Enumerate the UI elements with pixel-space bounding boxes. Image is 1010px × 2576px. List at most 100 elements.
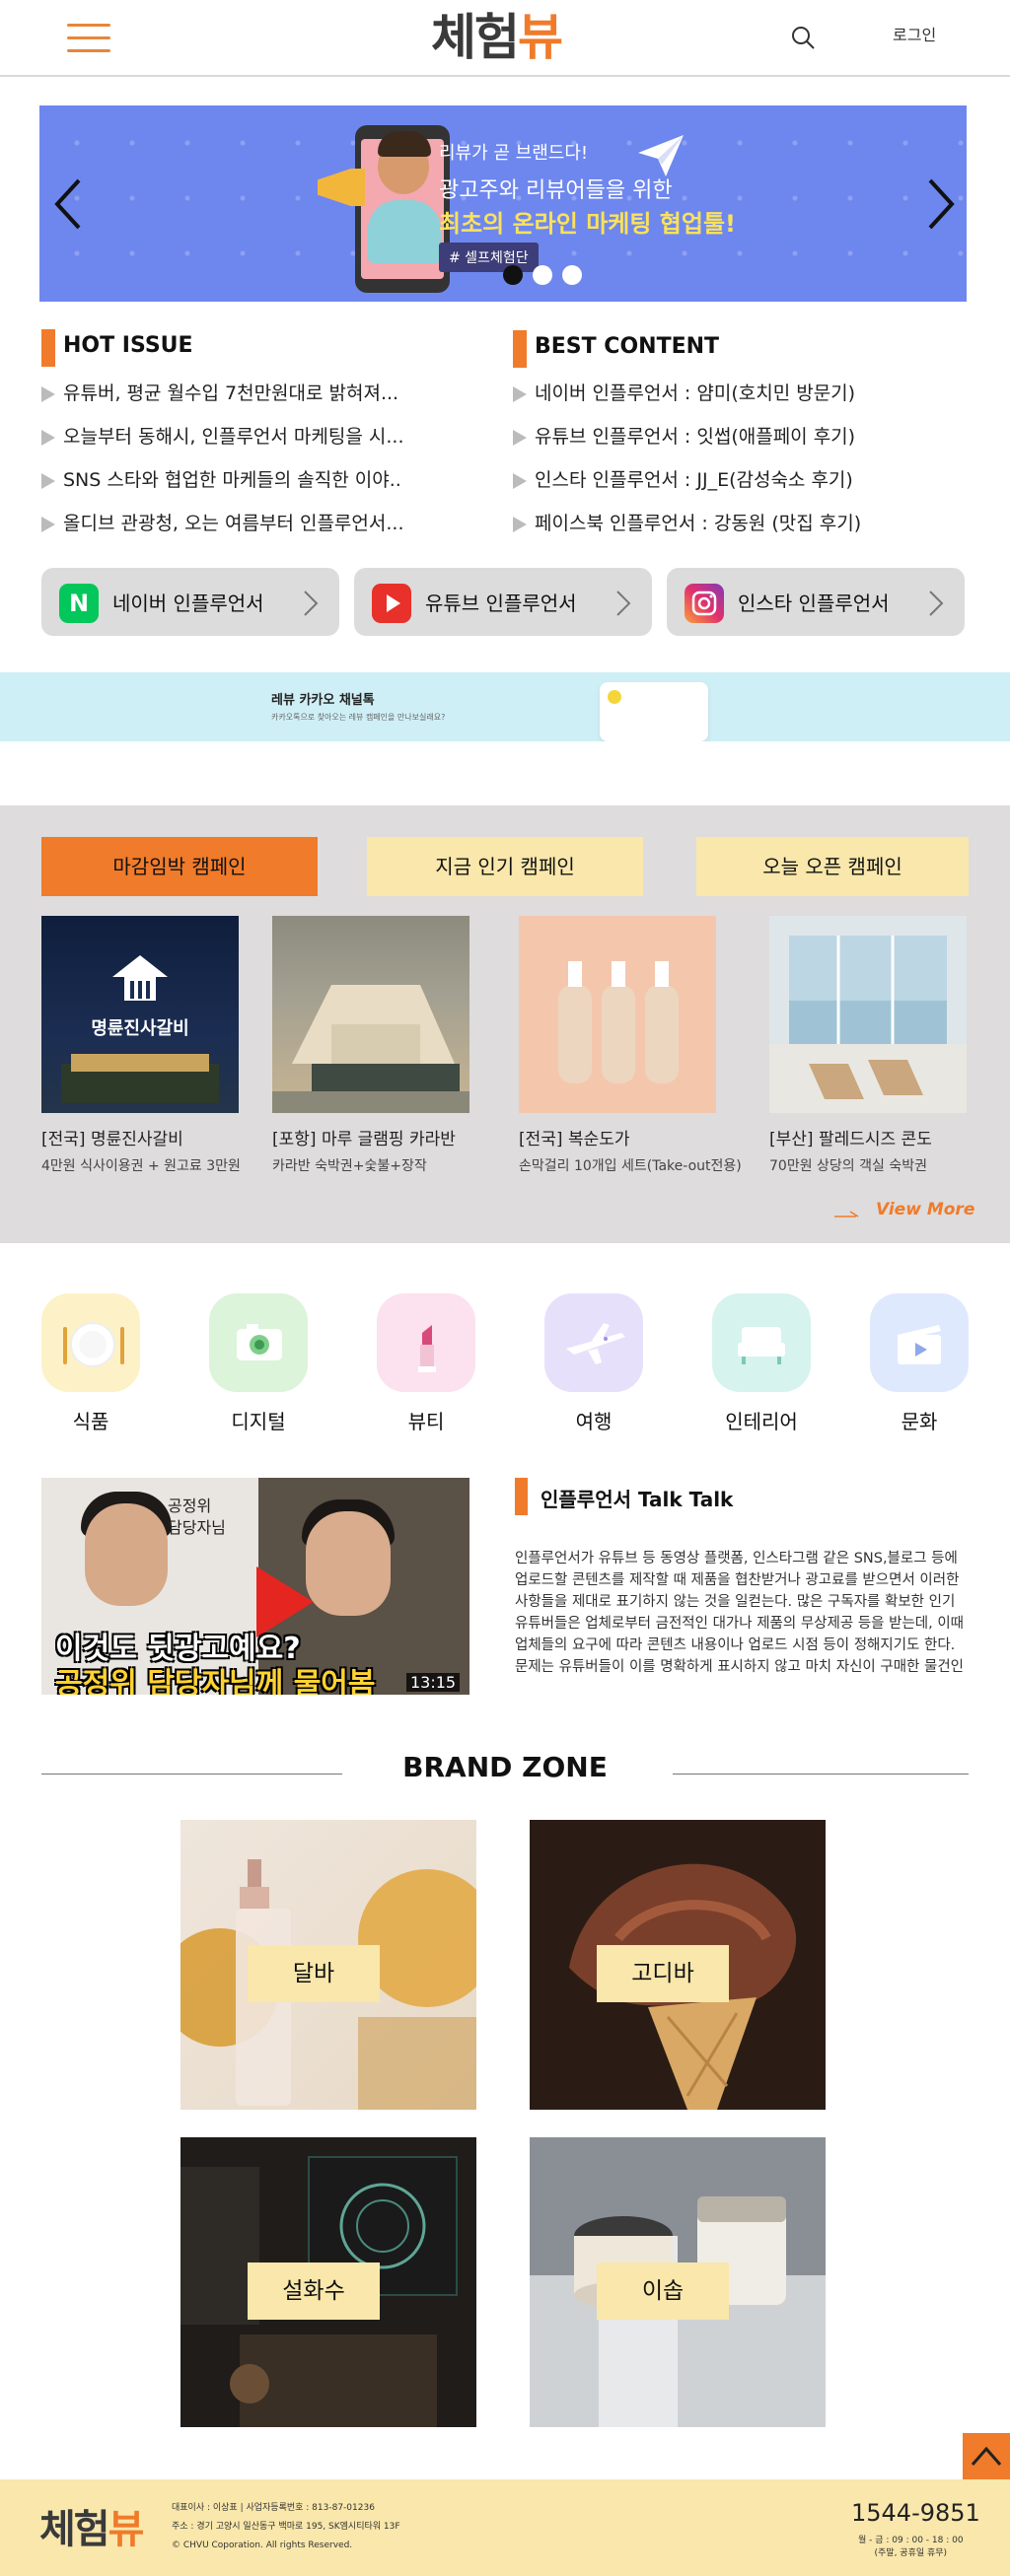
category-beauty[interactable]: 뷰티 xyxy=(377,1293,475,1434)
next-slide-icon[interactable] xyxy=(920,174,960,234)
hero-line-1: 리뷰가 곧 브랜드다! xyxy=(439,143,589,164)
category-label: 뷰티 xyxy=(407,1410,445,1433)
kakao-channel-banner[interactable]: 레뷰 카카오 채널톡 카카오톡으로 찾아오는 레뷰 캠페인을 만나보실래요? xyxy=(0,672,1010,741)
chevron-right-icon xyxy=(304,591,319,616)
category-food[interactable]: 식품 xyxy=(41,1293,140,1434)
brand-zone-title: BRAND ZONE xyxy=(402,1751,608,1783)
button-label: 유튜브 인플루언서 xyxy=(425,592,577,615)
brand-card-dalba[interactable]: 달바 xyxy=(180,1820,476,2110)
campaign-image xyxy=(272,916,469,1113)
back-to-top-button[interactable] xyxy=(963,2433,1010,2482)
best-content-title: BEST CONTENT xyxy=(513,330,719,368)
campaign-image xyxy=(519,916,716,1113)
video-note: 공정위 담당자님 xyxy=(168,1497,226,1537)
camera-icon xyxy=(209,1293,308,1392)
category-culture[interactable]: 문화 xyxy=(870,1293,969,1434)
paper-plane-icon xyxy=(638,135,684,176)
hero-banner[interactable]: 리뷰가 곧 브랜드다! 광고주와 리뷰어들을 위한 최초의 온라인 마케팅 협업… xyxy=(39,105,967,302)
category-label: 식품 xyxy=(72,1410,109,1433)
sofa-icon xyxy=(712,1293,811,1392)
kakao-banner-subtitle: 카카오톡으로 찾아오는 레뷰 캠페인을 만나보실래요? xyxy=(271,713,446,722)
logo-text-main: 체험 xyxy=(431,9,520,66)
login-link[interactable]: 로그인 xyxy=(893,22,936,45)
campaign-card[interactable]: 명륜진사갈비 [전국] 명륜진사갈비 4만원 식사이용권 + 원고료 3만원 xyxy=(41,916,241,1175)
list-item[interactable]: 페이스북 인플루언서 : 강동원 (맛집 후기) xyxy=(511,509,945,552)
airplane-icon xyxy=(544,1293,643,1392)
list-item[interactable]: 인스타 인플루언서 : JJ_E(감성숙소 후기) xyxy=(511,465,945,509)
video-caption-2: 공정위 담당자님께 물어봄 xyxy=(55,1667,376,1695)
talk-title: 인플루언서 Talk Talk xyxy=(515,1478,733,1515)
list-item[interactable]: SNS 스타와 협업한 마케들의 솔직한 이야.. xyxy=(39,465,454,509)
list-item[interactable]: 오늘부터 동해시, 인플루언서 마케팅을 시... xyxy=(39,422,454,465)
logo-text-accent: 뷰 xyxy=(108,2507,145,2552)
menu-icon[interactable] xyxy=(67,24,110,53)
slide-dot[interactable] xyxy=(562,265,582,285)
campaign-image: 명륜진사갈비 xyxy=(41,916,239,1113)
category-label: 여행 xyxy=(575,1410,613,1433)
slide-dot[interactable] xyxy=(533,265,552,285)
site-logo[interactable]: 체험뷰 xyxy=(431,6,563,69)
campaign-subtitle: 4만원 식사이용권 + 원고료 3만원 xyxy=(41,1158,241,1174)
campaign-card[interactable]: [부산] 팔레드시즈 콘도 70만원 상당의 객실 숙박권 xyxy=(769,916,967,1175)
campaign-subtitle: 70만원 상당의 객실 숙박권 xyxy=(769,1158,927,1174)
chat-card-illustration xyxy=(600,682,708,741)
campaign-subtitle: 카라반 숙박권+숯불+장작 xyxy=(272,1158,427,1174)
button-label: 네이버 인플루언서 xyxy=(112,592,264,615)
campaign-image xyxy=(769,916,967,1113)
tab-open-today[interactable]: 오늘 오픈 캠페인 xyxy=(696,837,969,896)
lipstick-icon xyxy=(377,1293,475,1392)
tab-closing-soon[interactable]: 마감임박 캠페인 xyxy=(41,837,318,896)
logo-text-accent: 뷰 xyxy=(518,9,563,66)
naver-icon: N xyxy=(59,584,99,623)
kakao-banner-title: 레뷰 카카오 채널톡 xyxy=(271,693,375,708)
brand-card-sulwhasoo[interactable]: 설화수 xyxy=(180,2137,476,2427)
list-item[interactable]: 유튜버, 평균 월수입 7천만원대로 밝혀져... xyxy=(39,379,454,422)
contact-phone[interactable]: 1544-9851 xyxy=(851,2499,980,2527)
view-more-link[interactable]: View More xyxy=(876,1200,974,1219)
brand-label: 달바 xyxy=(248,1945,380,2002)
instagram-icon xyxy=(685,584,724,623)
tab-popular[interactable]: 지금 인기 캠페인 xyxy=(367,837,643,896)
list-item[interactable]: 유튜브 인플루언서 : 잇썹(애플페이 후기) xyxy=(511,422,945,465)
person-illustration xyxy=(368,200,441,263)
chevron-up-icon xyxy=(971,2446,1002,2466)
person-illustration xyxy=(306,1511,391,1616)
button-label: 인스타 인플루언서 xyxy=(738,592,890,615)
search-icon[interactable] xyxy=(789,24,817,51)
chevron-right-icon xyxy=(616,591,631,616)
naver-influencer-button[interactable]: N 네이버 인플루언서 xyxy=(41,568,339,636)
category-digital[interactable]: 디지털 xyxy=(209,1293,308,1434)
instagram-influencer-button[interactable]: 인스타 인플루언서 xyxy=(667,568,965,636)
best-content-list: 네이버 인플루언서 : 얌미(호치민 방문기) 유튜브 인플루언서 : 잇썹(애… xyxy=(511,379,945,552)
hero-line-3: 최초의 온라인 마케팅 협업툴! xyxy=(439,210,736,238)
prev-slide-icon[interactable] xyxy=(49,174,89,234)
chevron-right-icon xyxy=(929,591,944,616)
slide-dot[interactable] xyxy=(503,265,523,285)
category-travel[interactable]: 여행 xyxy=(544,1293,643,1434)
campaign-image-text: 명륜진사갈비 xyxy=(91,1018,189,1039)
category-interior[interactable]: 인테리어 xyxy=(712,1293,811,1434)
brand-card-aesop[interactable]: 이솝 xyxy=(530,2137,826,2427)
brand-label: 이솝 xyxy=(597,2263,729,2320)
talk-body: 인플루언서가 유튜브 등 동영상 플랫폼, 인스타그램 같은 SNS,블로그 등… xyxy=(515,1551,965,1675)
company-info-line: 대표이사 : 이상표 | 사업자등록번호 : 813-87-01236 xyxy=(172,2503,375,2513)
campaign-title: [포항] 마루 글램핑 카라반 xyxy=(272,1130,456,1149)
site-header: 체험뷰 로그인 xyxy=(0,0,1010,77)
clapperboard-icon xyxy=(870,1293,969,1392)
campaign-card[interactable]: [포항] 마루 글램핑 카라반 카라반 숙박권+숯불+장작 xyxy=(272,916,469,1175)
brand-label: 고디바 xyxy=(597,1945,729,2002)
footer-logo[interactable]: 체험뷰 xyxy=(39,2497,145,2554)
campaign-card[interactable]: [전국] 복순도가 손막걸리 10개입 세트(Take-out전용) xyxy=(519,916,742,1175)
list-item[interactable]: 네이버 인플루언서 : 얌미(호치민 방문기) xyxy=(511,379,945,422)
video-duration: 13:15 xyxy=(406,1673,461,1692)
list-item[interactable]: 올디브 관광청, 오는 여름부터 인플루언서... xyxy=(39,509,454,552)
video-thumbnail[interactable]: 공정위 담당자님 이것도 뒷광고예요? 공정위 담당자님께 물어봄 13:15 xyxy=(41,1478,469,1695)
youtube-influencer-button[interactable]: 유튜브 인플루언서 xyxy=(354,568,652,636)
category-label: 문화 xyxy=(901,1410,938,1433)
brand-card-godiva[interactable]: 고디바 xyxy=(530,1820,826,2110)
brand-label: 설화수 xyxy=(248,2263,380,2320)
copyright: © CHVU Coporation. All rights Reserved. xyxy=(172,2541,353,2550)
hot-issue-list: 유튜버, 평균 월수입 7천만원대로 밝혀져... 오늘부터 동해시, 인플루언… xyxy=(39,379,454,552)
company-info-line: 주소 : 경기 고양시 일산동구 백마로 195, SK엠시티타워 13F xyxy=(172,2522,400,2532)
person-illustration xyxy=(85,1503,168,1606)
